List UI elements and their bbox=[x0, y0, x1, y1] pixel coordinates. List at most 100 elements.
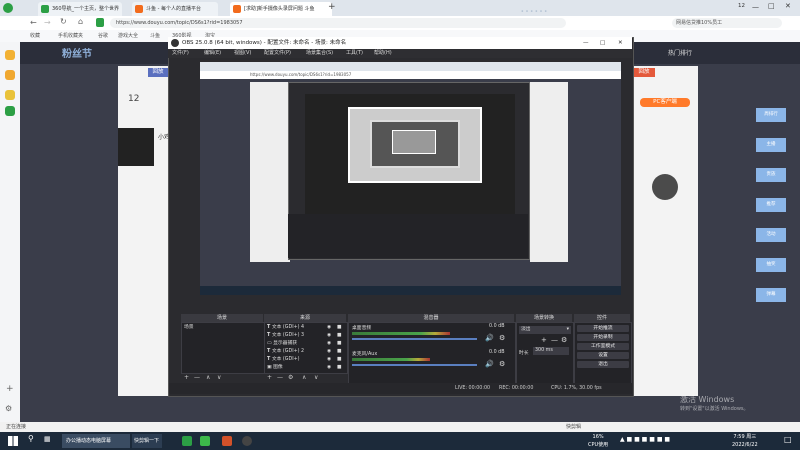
move-up-icon[interactable]: ∧ bbox=[206, 373, 210, 382]
tray-icons[interactable]: ▲ ■ ■ ■ ■ ■ ■ bbox=[620, 436, 670, 443]
forward-icon[interactable]: → bbox=[44, 18, 51, 27]
360-browser-icon[interactable] bbox=[182, 436, 192, 446]
search-icon[interactable]: ⚲ bbox=[28, 434, 34, 443]
duration-input[interactable]: 300 ms bbox=[533, 347, 569, 355]
visibility-icon[interactable]: ◉ bbox=[327, 340, 331, 347]
streamer-thumb[interactable] bbox=[652, 174, 678, 200]
app-icon[interactable] bbox=[222, 436, 232, 446]
sidebar-app-icon[interactable] bbox=[5, 70, 15, 80]
bookmark-item[interactable]: 谷歌 bbox=[98, 31, 108, 41]
tag-item[interactable]: 活动 bbox=[756, 228, 786, 242]
menu-scene-collection[interactable]: 场景集合(S) bbox=[306, 49, 333, 58]
move-down-icon[interactable]: ∨ bbox=[217, 373, 221, 382]
notification-icon[interactable]: □ bbox=[784, 435, 792, 444]
visibility-icon[interactable]: ◉ bbox=[327, 348, 331, 355]
url-input[interactable]: https://www.douyu.com/topic/DS6s1?rid=19… bbox=[110, 18, 566, 28]
close-icon[interactable]: ✕ bbox=[785, 2, 791, 10]
bookmark-item[interactable]: 游戏大全 bbox=[118, 31, 138, 41]
home-icon[interactable]: ⌂ bbox=[78, 17, 83, 26]
speaker-icon[interactable]: 🔊 bbox=[485, 360, 494, 368]
remove-source-icon[interactable]: — bbox=[277, 373, 283, 382]
tag-item[interactable]: 弹幕 bbox=[756, 288, 786, 302]
speaker-icon[interactable]: 🔊 bbox=[485, 334, 494, 342]
sidebar-app-icon[interactable] bbox=[5, 106, 15, 116]
back-button[interactable]: 回放 bbox=[148, 68, 168, 77]
clock[interactable]: 7:59 周三 2022/6/22 bbox=[732, 433, 758, 449]
move-down-icon[interactable]: ∨ bbox=[314, 373, 318, 382]
exit-button[interactable]: 退出 bbox=[577, 361, 629, 368]
tab-douyu-topic[interactable]: [求助]新手摄像头录屏问题 斗鱼 bbox=[230, 2, 332, 16]
tag-item[interactable]: 推荐 bbox=[756, 198, 786, 212]
visibility-icon[interactable]: ◉ bbox=[327, 324, 331, 331]
maximize-icon[interactable]: □ bbox=[768, 2, 775, 10]
hot-rank-label[interactable]: 热门排行 bbox=[668, 48, 692, 57]
tag-item[interactable]: 贵族 bbox=[756, 168, 786, 182]
sidebar-app-icon[interactable] bbox=[5, 90, 15, 100]
scene-item[interactable]: 场景 bbox=[184, 324, 194, 331]
menu-help[interactable]: 帮助(H) bbox=[374, 49, 392, 58]
tag-item[interactable]: 主播 bbox=[756, 138, 786, 152]
source-row[interactable]: T 文本 (GDI+) 4 ◉ ■ bbox=[267, 324, 345, 331]
menu-edit[interactable]: 编辑(E) bbox=[204, 49, 221, 58]
source-row[interactable]: ▣ 图像 ◉ ■ bbox=[267, 364, 345, 371]
source-settings-icon[interactable]: ⚙ bbox=[288, 373, 293, 382]
obs-minimize-icon[interactable]: — bbox=[583, 37, 589, 49]
menu-file[interactable]: 文件(F) bbox=[172, 49, 189, 58]
source-row[interactable]: T 文本 (GDI+) 3 ◉ ■ bbox=[267, 332, 345, 339]
source-row[interactable]: ▭ 显示器捕获 ◉ ■ bbox=[267, 340, 345, 347]
studio-mode-button[interactable]: 工作室模式 bbox=[577, 343, 629, 350]
volume-slider[interactable] bbox=[352, 338, 477, 340]
source-row[interactable]: T 文本 (GDI+) 2 ◉ ■ bbox=[267, 348, 345, 355]
menu-view[interactable]: 视图(V) bbox=[234, 49, 251, 58]
start-recording-button[interactable]: 开始录制 bbox=[577, 334, 629, 341]
bookmark-item[interactable]: 手机收藏夹 bbox=[58, 31, 83, 41]
obs-icon[interactable] bbox=[242, 436, 252, 446]
visibility-icon[interactable]: ◉ bbox=[327, 356, 331, 363]
lock-icon[interactable]: ■ bbox=[337, 340, 342, 347]
move-up-icon[interactable]: ∧ bbox=[302, 373, 306, 382]
add-scene-icon[interactable]: + bbox=[184, 373, 189, 382]
add-icon[interactable]: + bbox=[6, 384, 14, 394]
streamer-avatar[interactable] bbox=[118, 128, 154, 166]
lock-icon[interactable]: ■ bbox=[337, 364, 342, 371]
menu-tools[interactable]: 工具(T) bbox=[346, 49, 363, 58]
bookmark-item[interactable]: 斗鱼 bbox=[150, 31, 160, 41]
settings-button[interactable]: 设置 bbox=[577, 352, 629, 359]
quick-edit-label[interactable]: 快剪辑 bbox=[566, 422, 581, 432]
sidebar-app-icon[interactable] bbox=[5, 50, 15, 60]
visibility-icon[interactable]: ◉ bbox=[327, 364, 331, 371]
obs-preview[interactable]: https://www.douyu.com/topic/DS6s1?rid=19… bbox=[200, 62, 621, 295]
transition-select[interactable]: 淡出 ▾ bbox=[519, 326, 571, 334]
add-transition-icon[interactable]: + bbox=[541, 336, 547, 344]
lock-icon[interactable]: ■ bbox=[337, 356, 342, 363]
obs-close-icon[interactable]: ✕ bbox=[618, 37, 623, 49]
remove-scene-icon[interactable]: — bbox=[194, 373, 200, 382]
taskbar-app-button[interactable]: 办公播动态电脑屏幕 bbox=[62, 434, 130, 448]
task-view-icon[interactable]: ▦ bbox=[44, 435, 51, 443]
tag-item[interactable]: 周排行 bbox=[756, 108, 786, 122]
source-row[interactable]: T 文本 (GDI+) ◉ ■ bbox=[267, 356, 345, 363]
reload-icon[interactable]: ↻ bbox=[60, 17, 67, 26]
tab-douyu-home[interactable]: 斗鱼 - 每个人的直播平台 bbox=[132, 2, 218, 16]
visibility-icon[interactable]: ◉ bbox=[327, 332, 331, 339]
new-tab-button[interactable]: + bbox=[328, 2, 338, 12]
bookmark-item[interactable]: 收藏 bbox=[30, 31, 40, 41]
start-icon[interactable] bbox=[8, 436, 18, 446]
tag-item[interactable]: 抽奖 bbox=[756, 258, 786, 272]
transition-settings-icon[interactable]: ⚙ bbox=[561, 336, 567, 344]
add-source-icon[interactable]: + bbox=[267, 373, 272, 382]
search-box[interactable]: 网易信贷推10%员工 bbox=[672, 18, 782, 28]
channel-settings-icon[interactable]: ⚙ bbox=[499, 360, 505, 368]
volume-slider[interactable] bbox=[352, 364, 477, 366]
back-icon[interactable]: ← bbox=[30, 18, 37, 27]
tab-360-nav[interactable]: 360导航_一个主页，整个世界 bbox=[38, 2, 122, 16]
pc-client-button[interactable]: PC客户端 bbox=[640, 98, 690, 107]
lock-icon[interactable]: ■ bbox=[337, 324, 342, 331]
channel-settings-icon[interactable]: ⚙ bbox=[499, 334, 505, 342]
obs-maximize-icon[interactable]: □ bbox=[600, 37, 605, 49]
replay-button[interactable]: 回放 bbox=[633, 68, 655, 77]
remove-transition-icon[interactable]: — bbox=[551, 336, 558, 344]
minimize-icon[interactable]: — bbox=[752, 3, 759, 11]
menu-profile[interactable]: 配置文件(P) bbox=[264, 49, 291, 58]
settings-icon[interactable]: ⚙ bbox=[5, 404, 12, 413]
